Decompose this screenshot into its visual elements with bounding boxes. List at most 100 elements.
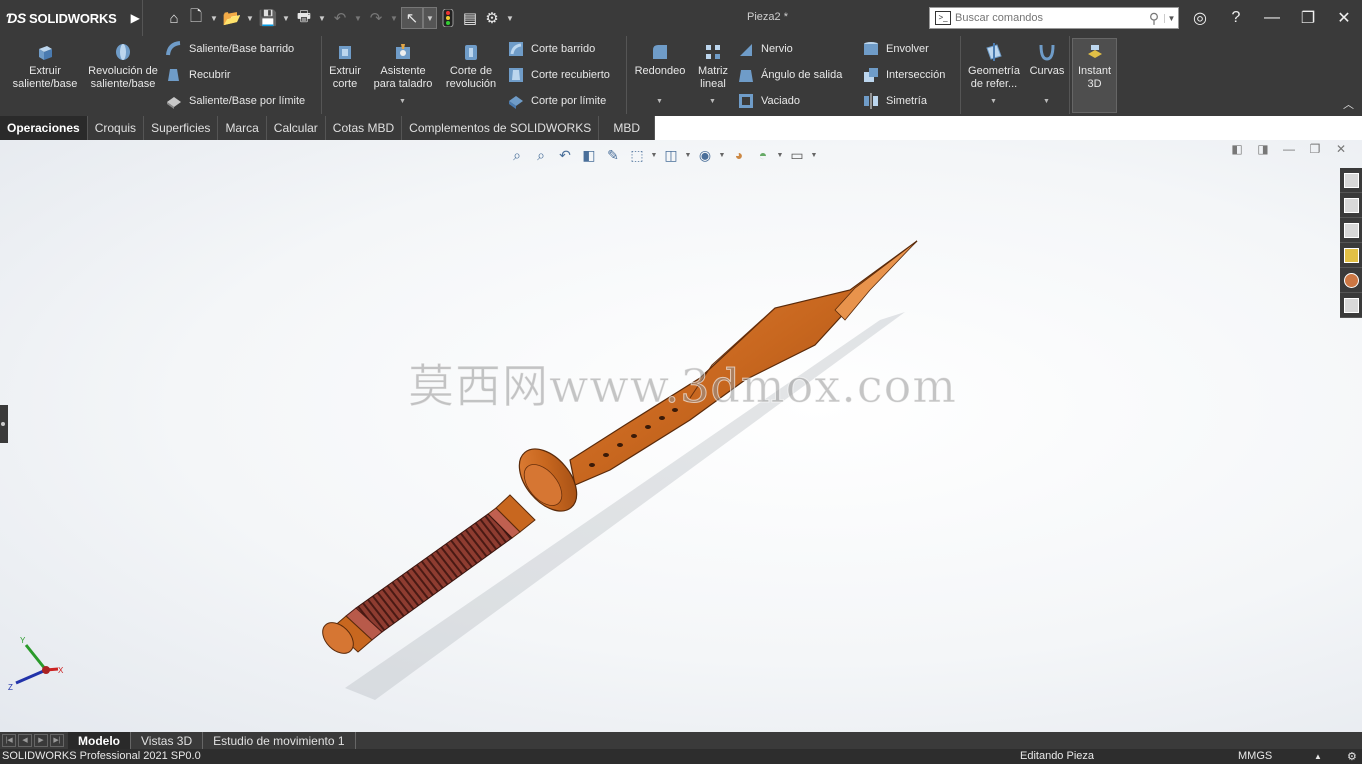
matriz-dropdown-icon[interactable]: ▼ xyxy=(709,98,716,105)
account-icon[interactable]: ◎ xyxy=(1182,0,1218,36)
simetria-button[interactable]: Simetría xyxy=(862,91,927,111)
mirror-icon xyxy=(864,93,878,109)
minimize-icon[interactable]: — xyxy=(1254,0,1290,36)
tab-modelo[interactable]: Modelo xyxy=(68,732,131,749)
tab-calcular[interactable]: Calcular xyxy=(266,116,326,140)
tab-estudio-movimiento[interactable]: Estudio de movimiento 1 xyxy=(203,732,356,749)
search-dropdown-icon[interactable]: ▼ xyxy=(1164,13,1178,23)
solidworks-logo[interactable]: ƊS SOLIDWORKS ▶ xyxy=(0,0,142,36)
document-title: Pieza2 * xyxy=(747,11,788,23)
open-document-icon[interactable]: 📂 xyxy=(221,7,243,29)
terminal-icon: >_ xyxy=(935,11,951,25)
triad-z-axis xyxy=(15,668,47,685)
command-search[interactable]: >_ ⚲ ▼ xyxy=(929,7,1179,29)
revolucion-saliente-button[interactable]: Revolución de saliente/base xyxy=(86,38,160,91)
envolver-button[interactable]: Envolver xyxy=(862,39,929,59)
open-dropdown-icon[interactable]: ▼ xyxy=(243,7,257,29)
knife-model[interactable] xyxy=(0,140,1362,732)
taladro-dropdown-icon[interactable]: ▼ xyxy=(399,98,406,105)
instant3d-button[interactable]: Instant 3D xyxy=(1072,38,1117,91)
triad-x-label: X xyxy=(58,666,64,675)
rebuild-traffic-light-icon[interactable] xyxy=(437,7,459,29)
curvas-button[interactable]: Curvas xyxy=(1027,38,1067,78)
boundary-cut-icon xyxy=(509,96,523,109)
new-dropdown-icon[interactable]: ▼ xyxy=(207,7,221,29)
ribbon-separator xyxy=(1069,36,1070,114)
extrude-boss-icon xyxy=(39,46,52,60)
undo-icon[interactable]: ↶ xyxy=(329,7,351,29)
close-icon[interactable]: ✕ xyxy=(1326,0,1362,36)
help-icon[interactable]: ? xyxy=(1218,0,1254,36)
title-bar: ƊS SOLIDWORKS ▶ ⌂ 🗋 ▼ 📂 ▼ 💾 ▼ 🖶 ▼ ↶ ▼ ↷ … xyxy=(0,0,1362,36)
reference-triad: Y X Z xyxy=(8,636,64,692)
tab-nav-arrows: |◀ ◀ ▶ ▶| xyxy=(0,732,68,749)
save-dropdown-icon[interactable]: ▼ xyxy=(279,7,293,29)
tab-croquis[interactable]: Croquis xyxy=(87,116,145,140)
saliente-barrido-button[interactable]: Saliente/Base barrido xyxy=(165,39,294,59)
ribbon-separator xyxy=(321,36,322,114)
save-icon[interactable]: 💾 xyxy=(257,7,279,29)
tabs-fill xyxy=(655,116,1362,140)
undo-dropdown-icon[interactable]: ▼ xyxy=(351,7,365,29)
swept-cut-icon xyxy=(509,42,523,56)
recubrir-button[interactable]: Recubrir xyxy=(165,65,231,85)
tab-mbd[interactable]: MBD xyxy=(599,116,656,140)
shell-icon xyxy=(739,94,753,108)
extruir-saliente-button[interactable]: Extruir saliente/base xyxy=(8,38,82,91)
next-tab-icon[interactable]: ▶ xyxy=(34,734,48,747)
status-units[interactable]: MMGS xyxy=(1238,750,1272,762)
asistente-taladro-button[interactable]: Asistente para taladro xyxy=(368,38,438,91)
tab-complementos[interactable]: Complementos de SOLIDWORKS xyxy=(402,116,600,140)
search-input[interactable] xyxy=(955,12,1144,24)
saliente-limite-button[interactable]: Saliente/Base por límite xyxy=(165,91,305,111)
units-dropdown-icon[interactable]: ▲ xyxy=(1314,752,1322,761)
first-tab-icon[interactable]: |◀ xyxy=(2,734,16,747)
ds-logo-icon: ƊS xyxy=(6,10,27,26)
instant3d-icon xyxy=(1087,45,1102,58)
restore-icon[interactable]: ❐ xyxy=(1290,0,1326,36)
extrude-cut-icon xyxy=(339,46,351,59)
select-cursor-icon[interactable]: ↖ xyxy=(401,7,423,29)
tab-cotas-mbd[interactable]: Cotas MBD xyxy=(325,116,403,140)
select-dropdown-icon[interactable]: ▼ xyxy=(423,7,437,29)
redo-dropdown-icon[interactable]: ▼ xyxy=(387,7,401,29)
tab-superficies[interactable]: Superficies xyxy=(144,116,219,140)
geometria-dropdown-icon[interactable]: ▼ xyxy=(990,98,997,105)
print-dropdown-icon[interactable]: ▼ xyxy=(315,7,329,29)
redondeo-button[interactable]: Redondeo xyxy=(630,38,690,78)
new-document-icon[interactable]: 🗋 xyxy=(185,7,207,29)
nervio-button[interactable]: Nervio xyxy=(737,39,793,59)
menu-expand-arrow-icon[interactable]: ▶ xyxy=(131,11,140,25)
extruir-corte-button[interactable]: Extruir corte xyxy=(324,38,366,91)
corte-recubierto-button[interactable]: Corte recubierto xyxy=(507,65,610,85)
collapse-ribbon-icon[interactable]: ︿ xyxy=(1343,96,1354,112)
geometria-referencia-button[interactable]: Geometría de refer... xyxy=(963,38,1025,91)
graphics-area[interactable]: ⌕ ⌕ ↶ ◧ ✎ ⬚ ▼ ◫ ▼ ◉ ▼ ◕ ◓ ▼ ▭ ▼ ◧ ◨ — ❐ … xyxy=(0,140,1362,732)
matriz-lineal-button[interactable]: Matriz lineal xyxy=(693,38,733,91)
vaciado-button[interactable]: Vaciado xyxy=(737,91,800,111)
corte-limite-button[interactable]: Corte por límite xyxy=(507,91,606,111)
options-gear-icon[interactable]: ⚙ xyxy=(481,7,503,29)
boundary-boss-icon xyxy=(167,97,181,109)
corte-revolucion-button[interactable]: Corte de revolución xyxy=(441,38,501,91)
tab-operaciones[interactable]: Operaciones xyxy=(0,116,88,140)
file-properties-icon[interactable]: ▤ xyxy=(459,7,481,29)
swept-boss-icon xyxy=(166,41,181,56)
redondeo-dropdown-icon[interactable]: ▼ xyxy=(656,98,663,105)
redo-icon[interactable]: ↷ xyxy=(365,7,387,29)
tab-marca[interactable]: Marca xyxy=(218,116,267,140)
home-icon[interactable]: ⌂ xyxy=(163,7,185,29)
triad-y-label: Y xyxy=(20,636,26,645)
interseccion-button[interactable]: Intersección xyxy=(862,65,945,85)
curvas-dropdown-icon[interactable]: ▼ xyxy=(1043,98,1050,105)
tab-vistas-3d[interactable]: Vistas 3D xyxy=(131,732,204,749)
status-options-icon[interactable]: ⚙ xyxy=(1347,750,1357,763)
prev-tab-icon[interactable]: ◀ xyxy=(18,734,32,747)
print-icon[interactable]: 🖶 xyxy=(293,7,315,29)
curves-icon xyxy=(1039,44,1055,61)
corte-barrido-button[interactable]: Corte barrido xyxy=(507,39,595,59)
options-dropdown-icon[interactable]: ▼ xyxy=(503,7,517,29)
search-icon[interactable]: ⚲ xyxy=(1144,10,1164,27)
last-tab-icon[interactable]: ▶| xyxy=(50,734,64,747)
angulo-salida-button[interactable]: Ángulo de salida xyxy=(737,65,842,85)
